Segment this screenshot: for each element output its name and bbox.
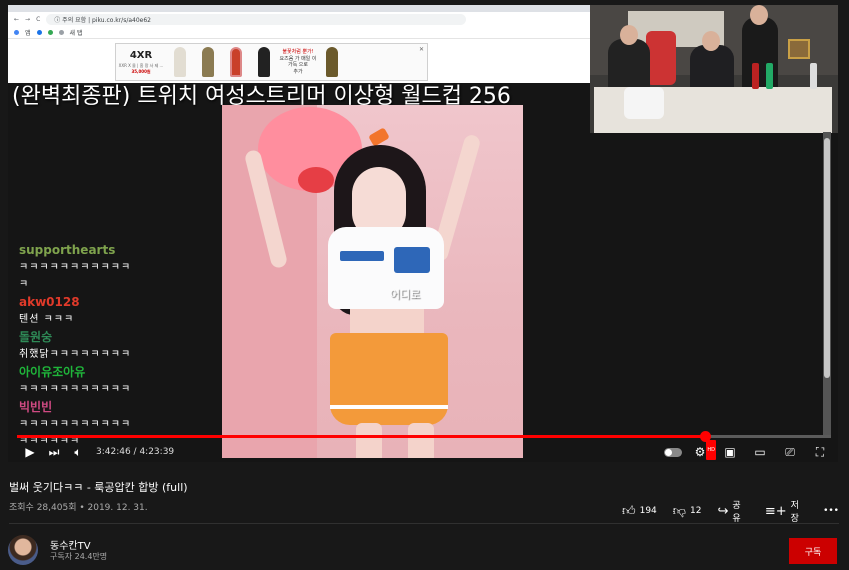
close-icon: ✕ (418, 46, 424, 53)
progress-bar[interactable] (17, 431, 831, 442)
webcam-overlay (590, 5, 838, 133)
bookmark-apps: 앱 (25, 30, 31, 37)
chat-text: 텐션 ㅋㅋㅋ (19, 314, 75, 325)
ad-model (258, 47, 270, 77)
bookmark-icon (36, 30, 42, 35)
share-label: 공유 (732, 501, 741, 524)
like-count: 194 (639, 506, 657, 516)
like-button[interactable]: 👍︎ 194 (622, 504, 657, 519)
cast-icon[interactable]: ⎚ (778, 442, 802, 462)
ad-banner: 4XR XXR X 몰 | 흠 팡 사 제 ... 35,000원 불꽃처럼 뿐… (115, 43, 428, 81)
chat-overlay: supporthearts ㅋㅋㅋㅋㅋㅋㅋㅋㅋㅋㅋ ㅋ akw0128 텐션 ㅋ… (19, 241, 179, 450)
time-display: 3:42:46 / 4:23:39 (96, 447, 175, 457)
browser-bookmarks-bar: 앱 새 탭 (8, 27, 593, 39)
dislike-button[interactable]: 👎︎ 12 (673, 504, 702, 519)
autoplay-toggle[interactable] (664, 447, 682, 457)
progress-played (17, 435, 706, 438)
ad-model (202, 47, 214, 77)
video-player[interactable]: ← → C ⓘ 주의 요함 | piku.co.kr/s/a40e62 앱 새 … (8, 5, 838, 462)
browser-address-row: ← → C ⓘ 주의 요함 | piku.co.kr/s/a40e62 (8, 12, 593, 27)
play-icon[interactable]: ▶ (18, 442, 42, 462)
player-controls: ▶ ⏭ 🔈︎ 3:42:46 / 4:23:39 ⚙ HD ▣ ▭ ⎚ ⛶ (8, 440, 838, 462)
thumbs-down-icon: 👎︎ (672, 503, 686, 519)
share-arrow-icon: ↪ (717, 503, 729, 519)
chat-username: supporthearts (19, 243, 116, 257)
video-photo: 어디로 (222, 105, 523, 458)
video-meta: 조회수 28,405회 • 2019. 12. 31. (9, 503, 148, 513)
dislike-count: 12 (689, 506, 702, 516)
playlist-add-icon: ≡+ (764, 503, 787, 519)
thumbs-up-icon: 👍︎ (622, 503, 636, 519)
embedded-scrollbar (823, 132, 831, 435)
theater-mode-icon[interactable]: ▭ (748, 442, 772, 462)
chat-text: ㅋㅋㅋㅋㅋㅋㅋㅋㅋㅋㅋ (19, 384, 132, 395)
ad-model (230, 47, 242, 77)
divider (9, 523, 839, 524)
volume-icon[interactable]: 🔈︎ (66, 442, 90, 462)
chat-message: 돌원숭 취했닭ㅋㅋㅋㅋㅋㅋㅋㅋ (19, 328, 179, 363)
ad-model (174, 47, 186, 77)
embedded-browser-capture: ← → C ⓘ 주의 요함 | piku.co.kr/s/a40e62 앱 새 … (8, 5, 593, 83)
subscriber-count: 구독자 24.4만명 (50, 552, 108, 561)
chat-username: 빅빈빈 (19, 400, 53, 414)
chat-username: 돌원숭 (19, 330, 53, 344)
bookmark-icon (47, 30, 53, 35)
video-actions: 👍︎ 194 👎︎ 12 ↪ 공유 ≡+ 저장 ••• (622, 498, 849, 524)
chat-username: akw0128 (19, 295, 80, 309)
chat-username: 아이유조아유 (19, 365, 86, 379)
more-actions-button[interactable]: ••• (823, 506, 839, 516)
miniplayer-icon[interactable]: ▣ (718, 442, 742, 462)
channel-avatar[interactable] (8, 535, 38, 565)
chat-message: supporthearts ㅋㅋㅋㅋㅋㅋㅋㅋㅋㅋㅋ ㅋ (19, 241, 179, 293)
back-arrow-icon: ← (14, 16, 20, 23)
apps-icon (14, 30, 19, 35)
ad-copy: 불꽃처럼 뿐가! 요즈음 가 매일 이 가득 으로 추가 (279, 49, 317, 75)
save-label: 저장 (790, 501, 799, 524)
forward-arrow-icon: → (25, 16, 31, 23)
right-controls: ⚙ HD ▣ ▭ ⎚ ⛶ (664, 440, 832, 462)
browser-tab-strip (8, 5, 593, 12)
next-icon[interactable]: ⏭ (42, 442, 66, 462)
video-caption: 어디로 (390, 288, 421, 301)
ad-brand: 4XR XXR X 몰 | 흠 팡 사 제 ... 35,000원 (118, 49, 164, 74)
subscribe-button[interactable]: 구독 (789, 538, 837, 564)
fullscreen-icon[interactable]: ⛶ (808, 442, 832, 462)
browser-url: ⓘ 주의 요함 | piku.co.kr/s/a40e62 (46, 14, 467, 25)
globe-icon (58, 30, 64, 35)
channel-name[interactable]: 동수칸TV (50, 537, 91, 552)
youtube-watch-page: ← → C ⓘ 주의 요함 | piku.co.kr/s/a40e62 앱 새 … (0, 0, 849, 570)
settings-gear-icon[interactable]: ⚙ HD (688, 440, 716, 462)
bookmark-new-tab: 새 탭 (69, 30, 83, 37)
share-button[interactable]: ↪ 공유 (717, 498, 748, 524)
reload-icon: C (36, 16, 41, 23)
chat-message: akw0128 텐션 ㅋㅋㅋ (19, 293, 179, 328)
video-title: 벌써 웃기다ㅋㅋ - 룩공압칸 합방 (full) (9, 481, 188, 494)
ad-model (326, 47, 338, 77)
more-icon: ••• (823, 506, 839, 516)
chat-message: 아이유조아유 ㅋㅋㅋㅋㅋㅋㅋㅋㅋㅋㅋ (19, 363, 179, 398)
save-button[interactable]: ≡+ 저장 (765, 498, 807, 524)
chat-text: ㅋㅋㅋㅋㅋㅋㅋㅋㅋㅋㅋ ㅋ (19, 262, 132, 290)
chat-text: 취했닭ㅋㅋㅋㅋㅋㅋㅋㅋ (19, 349, 132, 360)
